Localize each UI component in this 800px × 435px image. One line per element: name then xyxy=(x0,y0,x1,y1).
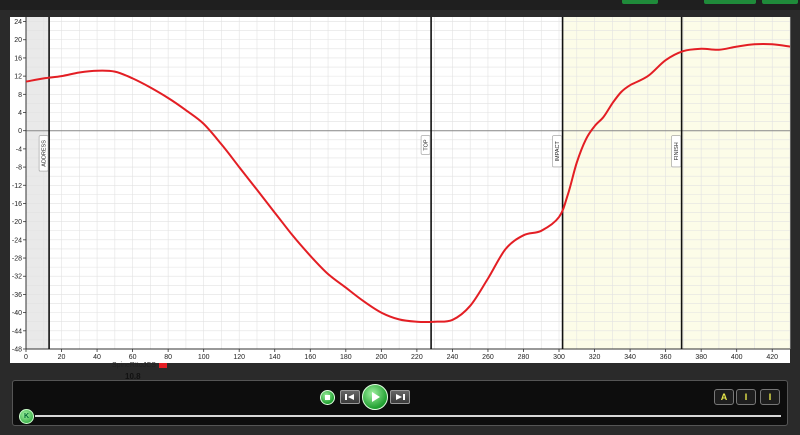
y-tick-label: -40 xyxy=(12,310,22,317)
playback-panel: A I I K xyxy=(12,380,788,426)
x-tick-label: 220 xyxy=(411,354,423,361)
timeline-knob[interactable]: K xyxy=(19,409,34,424)
event-label: FINISH xyxy=(674,142,680,160)
y-tick-label: 20 xyxy=(14,37,22,44)
timeline-track[interactable] xyxy=(35,415,781,417)
x-tick-label: 160 xyxy=(304,354,316,361)
x-tick-label: 200 xyxy=(376,354,388,361)
y-tick-label: 8 xyxy=(18,92,22,99)
x-tick-label: 80 xyxy=(164,354,172,361)
x-tick-label: 120 xyxy=(233,354,245,361)
y-tick-label: 12 xyxy=(14,74,22,81)
y-tick-label: -12 xyxy=(12,183,22,190)
y-tick-label: -24 xyxy=(12,237,22,244)
stop-button[interactable] xyxy=(319,389,335,405)
x-tick-label: 40 xyxy=(93,354,101,361)
y-tick-label: 0 xyxy=(18,128,22,135)
y-tick-label: 4 xyxy=(18,110,22,117)
play-icon xyxy=(372,392,380,402)
y-tick-label: -36 xyxy=(12,292,22,299)
play-button[interactable] xyxy=(362,384,388,410)
legend-swatch xyxy=(159,363,167,368)
skip-forward-icon xyxy=(396,394,405,400)
next-frame-button[interactable] xyxy=(390,390,410,404)
skip-back-icon xyxy=(345,394,354,400)
x-tick-label: 140 xyxy=(269,354,281,361)
y-tick-label: -48 xyxy=(12,347,22,354)
y-tick-label: 16 xyxy=(14,55,22,62)
view-a-button[interactable]: A xyxy=(714,389,734,405)
event-label: IMPACT xyxy=(555,140,561,161)
spine-rotation-chart: ADDRESS TOP IMPACT FINISH 24201612840-4-8-1… xyxy=(10,17,791,363)
x-tick-label: 260 xyxy=(482,354,494,361)
y-tick-label: -20 xyxy=(12,219,22,226)
x-tick-label: 180 xyxy=(340,354,352,361)
x-tick-label: 100 xyxy=(198,354,210,361)
y-tick-label: -16 xyxy=(12,201,22,208)
x-tick-label: 380 xyxy=(695,354,707,361)
stop-icon xyxy=(319,389,335,405)
event-label: TOP xyxy=(424,139,430,151)
event-label: ADDRESS xyxy=(42,140,48,167)
x-tick-label: 300 xyxy=(553,354,565,361)
view-i-button-2[interactable]: I xyxy=(760,389,780,405)
y-tick-label: -4 xyxy=(16,146,22,153)
view-i-button[interactable]: I xyxy=(736,389,756,405)
x-tick-label: 320 xyxy=(589,354,601,361)
y-tick-label: 24 xyxy=(14,19,22,26)
x-tick-label: 420 xyxy=(766,354,778,361)
x-tick-label: 20 xyxy=(58,354,66,361)
x-tick-label: 340 xyxy=(624,354,636,361)
x-tick-label: 60 xyxy=(129,354,137,361)
x-tick-label: 360 xyxy=(660,354,672,361)
x-tick-label: 280 xyxy=(518,354,530,361)
x-tick-label: 0 xyxy=(24,354,28,361)
y-tick-label: -44 xyxy=(12,328,22,335)
x-tick-label: 240 xyxy=(447,354,459,361)
y-tick-label: -32 xyxy=(12,274,22,281)
x-tick-label: 400 xyxy=(731,354,743,361)
prev-frame-button[interactable] xyxy=(340,390,360,404)
legend-series-label: SpineRttoJCS xyxy=(112,362,156,369)
y-tick-label: -8 xyxy=(16,165,22,172)
y-tick-label: -28 xyxy=(12,256,22,263)
